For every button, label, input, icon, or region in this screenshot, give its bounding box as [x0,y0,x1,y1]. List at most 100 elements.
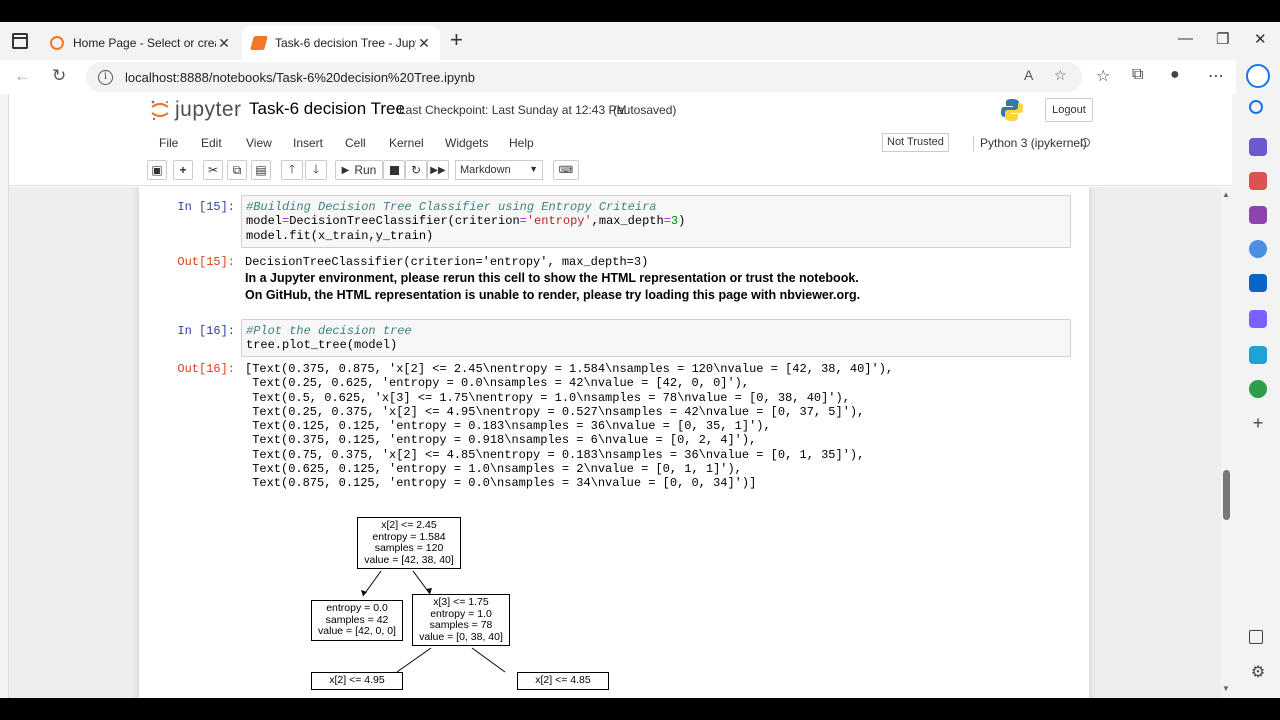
output-line: Text(0.5, 0.625, 'x[3] <= 1.75\nentropy … [245,390,850,405]
scrollbar-thumb[interactable] [1223,470,1230,520]
tree-node-right: x[3] <= 1.75 entropy = 1.0 samples = 78 … [412,594,510,646]
move-up-icon[interactable]: 🡑 [281,160,303,180]
copy-icon[interactable]: ⧉ [227,160,247,180]
node-line: entropy = 0.0 [326,602,388,614]
code-line: tree.plot_tree(model) [246,338,398,353]
tree-icon[interactable] [1249,380,1267,398]
cell-type-value: Markdown [460,164,511,176]
scroll-down-icon[interactable]: ▼ [1222,684,1230,693]
run-button[interactable]: ▶ Run [335,160,383,180]
sidebar-toggle-icon[interactable] [1249,630,1263,644]
favorites-icon[interactable]: ☆ [1096,66,1110,86]
jupyter-wordmark: jupyter [175,98,242,121]
jupyter-favicon-icon [50,36,64,50]
code-cell-15[interactable]: #Building Decision Tree Classifier using… [241,195,1071,248]
address-bar[interactable]: i localhost:8888/notebooks/Task-6%20deci… [86,62,1082,92]
outlook-icon[interactable] [1249,274,1267,292]
logout-button[interactable]: Logout [1045,98,1093,122]
add-favorite-icon[interactable]: ☆ [1054,67,1067,84]
output-line: Text(0.375, 0.125, 'entropy = 0.918\nsam… [245,433,757,448]
menu-help[interactable]: Help [509,136,534,150]
url-text: localhost:8888/notebooks/Task-6%20decisi… [125,69,476,85]
more-options-icon[interactable]: ⋯ [1208,66,1224,86]
close-tab-icon[interactable]: ✕ [216,35,232,52]
node-line: x[2] <= 2.45 [381,519,437,531]
read-aloud-icon[interactable]: A [1024,67,1033,83]
code-token: = [519,214,527,229]
trust-status-button[interactable]: Not Trusted [882,133,949,152]
output-line: Text(0.25, 0.625, 'entropy = 0.0\nsample… [245,376,750,391]
insert-cell-icon[interactable]: + [173,160,193,180]
menu-edit[interactable]: Edit [201,136,222,150]
microsoft-365-icon[interactable] [1249,240,1267,258]
copilot-icon[interactable] [1246,64,1270,88]
tab-label: Home Page - Select or create a n [73,36,216,50]
tools-icon[interactable] [1249,172,1267,190]
new-tab-icon[interactable]: + [450,29,463,51]
collections-icon[interactable]: ⧉ [1132,66,1143,84]
output-line: Text(0.25, 0.375, 'x[2] <= 4.95\nentropy… [245,404,865,419]
cut-icon[interactable]: ✂ [203,160,223,180]
tab-home-page[interactable]: Home Page - Select or create a n ✕ [40,26,240,60]
output-warning-2: On GitHub, the HTML representation is un… [245,288,861,302]
menu-cell[interactable]: Cell [345,136,366,150]
menu-widgets[interactable]: Widgets [445,136,488,150]
tree-node-root: x[2] <= 2.45 entropy = 1.584 samples = 1… [357,517,461,569]
scroll-up-icon[interactable]: ▲ [1222,190,1230,199]
tab-actions-icon[interactable] [12,33,28,49]
minimize-icon[interactable]: — [1178,30,1193,47]
restart-icon[interactable]: ↻ [405,160,427,180]
page-scrollbar[interactable] [1221,187,1232,698]
search-icon[interactable] [1249,100,1263,114]
tree-node-right-right: x[2] <= 4.85 [517,672,609,690]
notebook-area: In [15]: #Building Decision Tree Classif… [9,187,1232,698]
restart-run-all-icon[interactable]: ▶▶ [427,160,449,180]
code-comment: #Plot the decision tree [246,324,412,338]
notebook-title[interactable]: Task-6 decision Tree [249,99,405,119]
output-repr: DecisionTreeClassifier(criterion='entrop… [245,255,649,269]
code-cell-16[interactable]: #Plot the decision tree tree.plot_tree(m… [241,319,1071,357]
kernel-idle-icon [1081,138,1090,147]
cell-type-select[interactable]: Markdown ▼ [455,160,543,180]
output-text-16: [Text(0.375, 0.875, 'x[2] <= 2.45\nentro… [245,362,893,491]
command-palette-icon[interactable]: ⌨ [553,160,579,180]
refresh-icon[interactable]: ↻ [52,66,66,86]
tab-task6-decision-tree[interactable]: Task-6 decision Tree - Jupyter N ✕ [242,26,440,60]
close-window-icon[interactable]: ✕ [1254,30,1267,48]
close-tab-icon[interactable]: ✕ [416,35,432,52]
paste-icon[interactable]: ▤ [251,160,271,180]
tree-node-left-left: x[2] <= 4.95 [311,672,403,690]
notebook-container: In [15]: #Building Decision Tree Classif… [139,187,1089,698]
output-warning-1: In a Jupyter environment, please rerun t… [245,271,859,285]
site-info-icon[interactable]: i [98,69,113,85]
output-line: Text(0.875, 0.125, 'entropy = 0.0\nsampl… [245,476,757,491]
checkpoint-status: Last Checkpoint: Last Sunday at 12:43 PM [399,103,627,117]
send-icon[interactable] [1249,346,1267,364]
move-down-icon[interactable]: 🡓 [305,160,327,180]
tab-strip: Home Page - Select or create a n ✕ Task-… [0,22,1280,60]
node-line: value = [0, 38, 40] [419,630,503,643]
navigation-bar: ← ↻ i localhost:8888/notebooks/Task-6%20… [0,60,1280,94]
designer-icon[interactable] [1249,310,1267,328]
notebook-favicon-icon [250,36,268,50]
menu-view[interactable]: View [246,136,272,150]
menu-insert[interactable]: Insert [293,136,323,150]
back-icon[interactable]: ← [14,66,31,86]
profile-icon[interactable]: ● [1170,66,1180,84]
decision-tree-plot: x[2] <= 2.45 entropy = 1.584 samples = 1… [289,517,629,698]
interrupt-icon[interactable] [383,160,405,180]
menu-kernel[interactable]: Kernel [389,136,424,150]
settings-icon[interactable]: ⚙ [1249,664,1267,682]
tree-node-left: entropy = 0.0 samples = 42 value = [42, … [311,600,403,641]
restore-icon[interactable]: ❐ [1216,30,1229,48]
shopping-icon[interactable] [1249,138,1267,156]
games-icon[interactable] [1249,206,1267,224]
add-sidebar-icon[interactable]: + [1249,414,1267,432]
code-token: 3 [670,214,679,229]
output-prompt: Out[15]: [177,255,235,269]
menu-file[interactable]: File [159,136,178,150]
jupyter-logo[interactable]: jupyter [149,98,242,122]
run-icon: ▶ [341,164,350,176]
code-token: DecisionTreeClassifier(criterion [289,214,520,229]
save-icon[interactable]: ▣ [147,160,167,180]
